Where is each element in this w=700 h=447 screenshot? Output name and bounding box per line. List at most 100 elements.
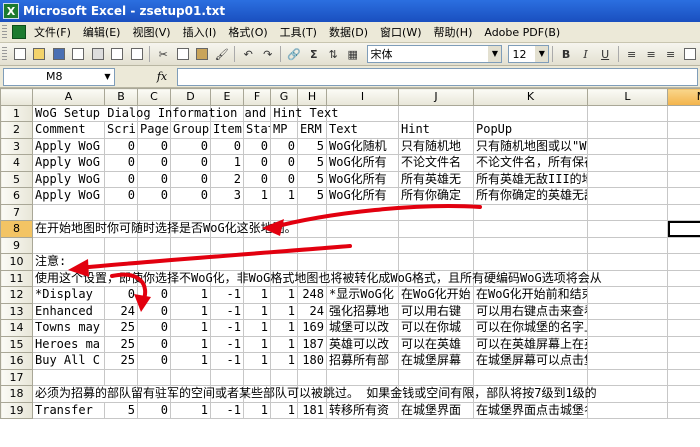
cell-H7[interactable] (297, 203, 327, 221)
row-header-10[interactable]: 10 (0, 253, 33, 271)
column-header-L[interactable]: L (587, 88, 668, 106)
cell-M6[interactable] (667, 187, 700, 205)
column-header-M[interactable]: M (667, 88, 700, 106)
row-header-16[interactable]: 16 (0, 352, 33, 370)
cell-D2[interactable]: Group (170, 121, 211, 139)
cell-B19[interactable]: 5 (104, 401, 138, 419)
row-header-17[interactable]: 17 (0, 368, 33, 386)
cell-K9[interactable] (473, 236, 588, 254)
cell-E12[interactable]: -1 (210, 286, 244, 304)
cell-I5[interactable]: WoG化所有 (326, 170, 399, 188)
cell-F2[interactable]: Stat (243, 121, 271, 139)
cell-I6[interactable]: WoG化所有 (326, 187, 399, 205)
cell-J12[interactable]: 在WoG化开始 (398, 286, 474, 304)
cell-A10[interactable]: 注意: (32, 253, 105, 271)
row-header-8[interactable]: 8 (0, 220, 33, 238)
cell-E5[interactable]: 2 (210, 170, 244, 188)
name-box[interactable]: M8 ▼ (3, 67, 115, 86)
cell-D4[interactable]: 0 (170, 154, 211, 172)
row-header-2[interactable]: 2 (0, 121, 33, 139)
cell-G19[interactable]: 1 (270, 401, 298, 419)
cell-I4[interactable]: WoG化所有 (326, 154, 399, 172)
cell-C14[interactable]: 0 (137, 319, 171, 337)
paste-icon[interactable] (193, 45, 211, 63)
cell-D16[interactable]: 1 (170, 352, 211, 370)
cell-L10[interactable] (587, 253, 668, 271)
cell-L15[interactable] (587, 335, 668, 353)
cell-G7[interactable] (270, 203, 298, 221)
new-icon[interactable] (11, 45, 29, 63)
cell-F5[interactable]: 0 (243, 170, 271, 188)
cell-C9[interactable] (137, 236, 171, 254)
cell-I15[interactable]: 英雄可以改 (326, 335, 399, 353)
cell-F10[interactable] (243, 253, 271, 271)
cell-C17[interactable] (137, 368, 171, 386)
column-header-K[interactable]: K (473, 88, 588, 106)
cell-C3[interactable]: 0 (137, 137, 171, 155)
cell-H3[interactable]: 5 (297, 137, 327, 155)
cell-E2[interactable]: Item (210, 121, 244, 139)
cell-B3[interactable]: 0 (104, 137, 138, 155)
cell-K12[interactable]: 在WoG化开始前和结束后都将显示一 (473, 286, 588, 304)
row-header-13[interactable]: 13 (0, 302, 33, 320)
menu-tools[interactable]: 工具(T) (274, 24, 323, 40)
row-header-3[interactable]: 3 (0, 137, 33, 155)
cell-K15[interactable]: 可以在英雄屏幕上在英雄的名字上 (473, 335, 588, 353)
cell-J13[interactable]: 可以用右键 (398, 302, 474, 320)
cell-D17[interactable] (170, 368, 211, 386)
cell-B10[interactable] (104, 253, 138, 271)
cell-B13[interactable]: 24 (104, 302, 138, 320)
column-header-D[interactable]: D (170, 88, 211, 106)
cell-C16[interactable]: 0 (137, 352, 171, 370)
cell-I19[interactable]: 转移所有资 (326, 401, 399, 419)
hyperlink-icon[interactable]: 🔗 (285, 45, 303, 63)
cell-M4[interactable] (667, 154, 700, 172)
chart-icon[interactable]: ▦ (344, 45, 362, 63)
cell-H4[interactable]: 5 (297, 154, 327, 172)
column-header-J[interactable]: J (398, 88, 474, 106)
cell-E10[interactable] (210, 253, 244, 271)
cell-B5[interactable]: 0 (104, 170, 138, 188)
cell-A1[interactable]: WoG Setup Dialog Information and Hint Te… (32, 104, 338, 122)
cell-A14[interactable]: Towns may (32, 319, 105, 337)
cell-C2[interactable]: Page (137, 121, 171, 139)
cell-G10[interactable] (270, 253, 298, 271)
cell-H6[interactable]: 5 (297, 187, 327, 205)
cell-J3[interactable]: 只有随机地 (398, 137, 474, 155)
row-header-11[interactable]: 11 (0, 269, 33, 287)
cut-icon[interactable]: ✂ (154, 45, 172, 63)
cell-A17[interactable] (32, 368, 105, 386)
cell-H10[interactable] (297, 253, 327, 271)
row-header-1[interactable]: 1 (0, 104, 33, 122)
menu-format[interactable]: 格式(O) (222, 24, 273, 40)
autosum-icon[interactable]: Σ (305, 45, 323, 63)
cell-L13[interactable] (587, 302, 668, 320)
column-header-H[interactable]: H (297, 88, 327, 106)
cell-M11[interactable] (667, 269, 700, 287)
cell-B16[interactable]: 25 (104, 352, 138, 370)
cell-H13[interactable]: 24 (297, 302, 327, 320)
cell-H17[interactable] (297, 368, 327, 386)
cell-B7[interactable] (104, 203, 138, 221)
cell-M12[interactable] (667, 286, 700, 304)
cell-F14[interactable]: 1 (243, 319, 271, 337)
cell-B4[interactable]: 0 (104, 154, 138, 172)
cell-K4[interactable]: 不论文件名，所有保存为WoG格式的 (473, 154, 588, 172)
cell-F3[interactable]: 0 (243, 137, 271, 155)
cell-K10[interactable] (473, 253, 588, 271)
cell-F6[interactable]: 1 (243, 187, 271, 205)
cell-D7[interactable] (170, 203, 211, 221)
cell-B12[interactable]: 0 (104, 286, 138, 304)
column-header-G[interactable]: G (270, 88, 298, 106)
row-header-5[interactable]: 5 (0, 170, 33, 188)
cell-I10[interactable] (326, 253, 399, 271)
cell-E13[interactable]: -1 (210, 302, 244, 320)
select-all-corner[interactable] (0, 88, 33, 106)
cell-H2[interactable]: ERM (297, 121, 327, 139)
cell-J19[interactable]: 在城堡界面 (398, 401, 474, 419)
cell-G15[interactable]: 1 (270, 335, 298, 353)
copy-icon[interactable] (174, 45, 192, 63)
cell-M3[interactable] (667, 137, 700, 155)
cell-J14[interactable]: 可以在你城 (398, 319, 474, 337)
cell-M18[interactable] (667, 385, 700, 403)
